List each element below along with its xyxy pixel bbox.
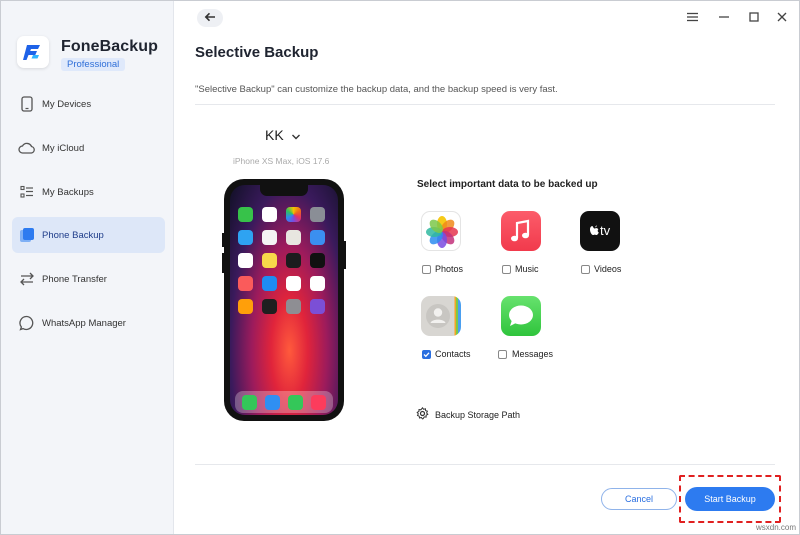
phone-app-icon xyxy=(242,394,257,410)
photos-icon[interactable] xyxy=(421,211,461,251)
divider xyxy=(195,464,775,465)
messages-checkbox[interactable] xyxy=(498,350,507,359)
music-icon[interactable] xyxy=(501,211,541,251)
divider xyxy=(195,104,775,105)
app-name: FoneBackup xyxy=(61,38,159,55)
stocks-app-icon xyxy=(286,253,301,268)
phone-side-button xyxy=(344,241,346,269)
sidebar-item-label: Phone Transfer xyxy=(42,273,107,285)
cloud-icon xyxy=(18,139,36,157)
maximize-icon[interactable] xyxy=(747,10,761,24)
sidebar-item-my-backups[interactable]: My Backups xyxy=(12,174,165,210)
reminders-app-icon xyxy=(238,253,253,268)
clock-app-icon xyxy=(262,230,277,245)
list-icon xyxy=(18,183,36,201)
maps-app-icon xyxy=(286,230,301,245)
wallet-app-icon xyxy=(262,299,277,314)
app-window: FoneBackup Professional My Devices My iC… xyxy=(0,0,800,535)
photos-checkbox[interactable] xyxy=(422,265,431,274)
notes-app-icon xyxy=(262,253,277,268)
messages-app-icon xyxy=(288,394,303,410)
contacts-checkbox[interactable] xyxy=(422,350,431,359)
tv-app-icon xyxy=(310,253,325,268)
podcasts-app-icon xyxy=(310,299,325,314)
sidebar-item-label: Phone Backup xyxy=(42,229,104,241)
mail-app-icon xyxy=(238,230,253,245)
messages-icon[interactable] xyxy=(501,296,541,336)
backup-storage-path-link[interactable]: Backup Storage Path xyxy=(416,406,521,422)
phone-backup-icon xyxy=(18,226,36,244)
edition-badge: Professional xyxy=(61,58,126,71)
close-icon[interactable] xyxy=(775,10,789,24)
videos-checkbox[interactable] xyxy=(581,265,590,274)
messages-label: Messages xyxy=(512,349,554,359)
device-selector[interactable]: KK xyxy=(265,127,284,143)
swap-arrows-icon xyxy=(18,270,36,288)
sidebar: FoneBackup Professional My Devices My iC… xyxy=(1,1,174,534)
sidebar-item-phone-transfer[interactable]: Phone Transfer xyxy=(12,261,165,297)
sidebar-item-phone-backup[interactable]: Phone Backup xyxy=(12,217,165,253)
chevron-down-icon[interactable] xyxy=(291,129,301,147)
camera-app-icon xyxy=(310,207,325,222)
music-app-icon xyxy=(311,394,326,410)
facetime-app-icon xyxy=(238,207,253,222)
photos-app-icon xyxy=(286,207,301,222)
page-description: "Selective Backup" can customize the bac… xyxy=(195,84,558,95)
music-checkbox[interactable] xyxy=(502,265,511,274)
chat-bubble-icon xyxy=(18,314,36,332)
home-screen-apps xyxy=(238,207,332,314)
home-app-icon xyxy=(310,276,325,291)
contacts-icon[interactable] xyxy=(421,296,461,336)
sidebar-item-label: My iCloud xyxy=(42,142,85,154)
contacts-label: Contacts xyxy=(435,349,471,359)
select-data-title: Select important data to be backed up xyxy=(417,179,598,190)
calendar-app-icon xyxy=(262,207,277,222)
books-app-icon xyxy=(238,276,253,291)
phone-dock xyxy=(235,391,333,413)
safari-app-icon xyxy=(265,394,280,410)
highlight-box xyxy=(679,475,781,523)
apple-tv-icon[interactable]: tv xyxy=(580,211,620,251)
apple-tv-icon-text: tv xyxy=(600,223,611,238)
sidebar-item-label: My Backups xyxy=(42,186,94,198)
photos-label: Photos xyxy=(435,264,464,274)
minimize-icon[interactable] xyxy=(717,10,731,24)
videos-label: Videos xyxy=(594,264,622,274)
arrow-left-icon xyxy=(204,9,216,27)
phone-illustration xyxy=(224,179,344,421)
sidebar-item-my-icloud[interactable]: My iCloud xyxy=(12,130,165,166)
device-model: iPhone XS Max, iOS 17.6 xyxy=(233,156,330,166)
books-orange-app-icon xyxy=(238,299,253,314)
gear-icon xyxy=(416,406,429,422)
backup-storage-path-label: Backup Storage Path xyxy=(435,409,521,420)
menu-icon[interactable] xyxy=(685,10,699,24)
settings-app-icon xyxy=(286,299,301,314)
fonebackup-logo-icon xyxy=(17,36,49,68)
app-store-icon xyxy=(262,276,277,291)
phone-outline-icon xyxy=(18,95,36,113)
phone-notch xyxy=(260,185,308,196)
sidebar-item-my-devices[interactable]: My Devices xyxy=(12,86,165,122)
music-label: Music xyxy=(515,264,539,274)
cancel-button[interactable]: Cancel xyxy=(601,488,677,510)
watermark: wsxdn.com xyxy=(756,523,797,532)
sidebar-item-label: WhatsApp Manager xyxy=(42,317,126,329)
phone-screen xyxy=(230,185,338,415)
back-button[interactable] xyxy=(197,9,223,27)
page-title: Selective Backup xyxy=(195,44,319,61)
sidebar-item-label: My Devices xyxy=(42,98,92,110)
health-app-icon xyxy=(286,276,301,291)
sidebar-item-whatsapp-manager[interactable]: WhatsApp Manager xyxy=(12,305,165,341)
weather-app-icon xyxy=(310,230,325,245)
